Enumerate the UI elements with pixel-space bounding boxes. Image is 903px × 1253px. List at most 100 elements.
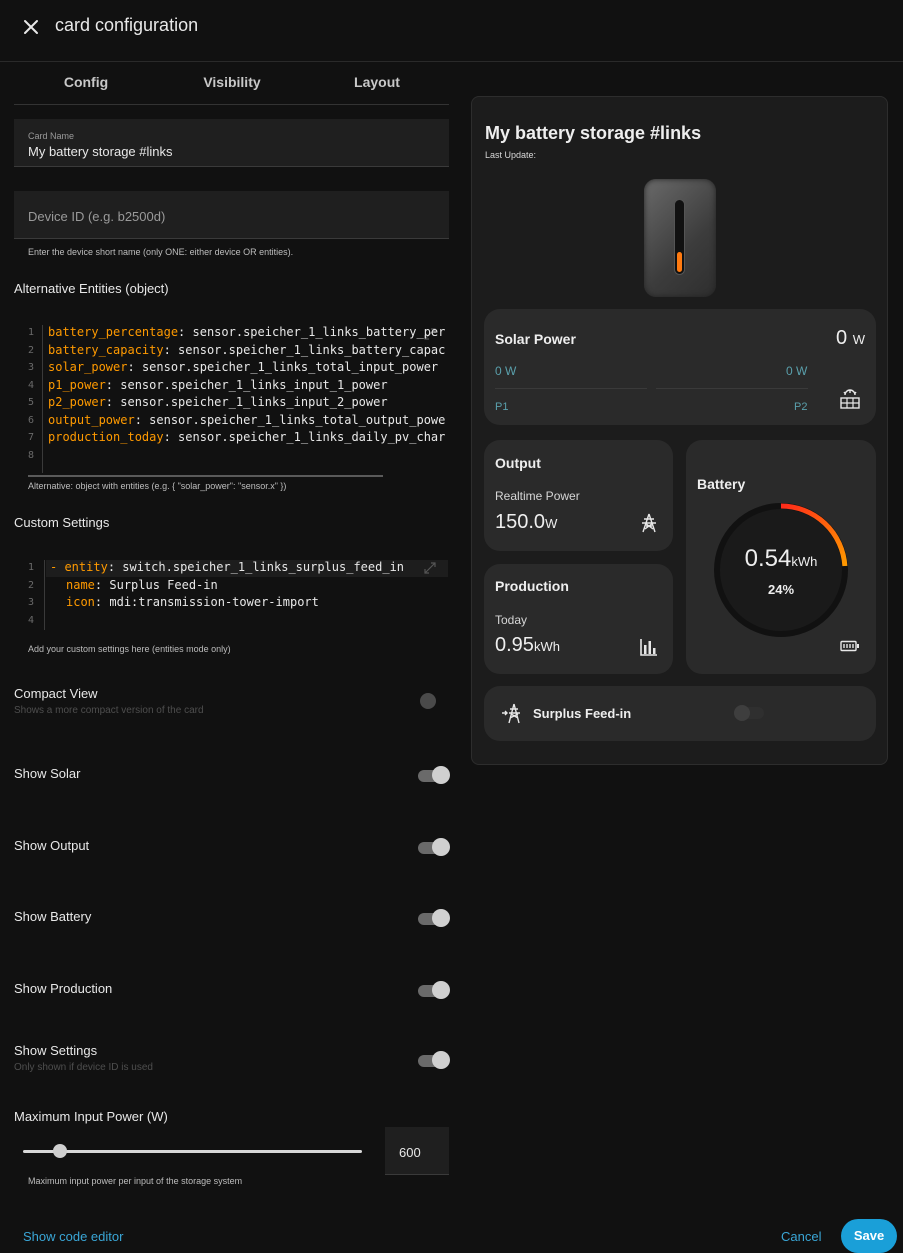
line-number: 5 xyxy=(27,397,34,408)
max-input-slider[interactable] xyxy=(23,1144,362,1158)
dialog-title: card configuration xyxy=(55,15,199,35)
battery-device-slot xyxy=(674,199,685,275)
code-key: battery_capacity xyxy=(48,342,164,357)
output-tile[interactable]: Output Realtime Power 150.0W xyxy=(484,440,673,551)
battery-tile[interactable]: Battery 0.54kWh 24% xyxy=(686,440,876,674)
tab-config[interactable]: Config xyxy=(36,74,136,90)
line-number: 2 xyxy=(27,579,34,591)
device-id-helper: Enter the device short name (only ONE: e… xyxy=(28,247,294,257)
show-code-editor-link[interactable]: Show code editor xyxy=(23,1229,123,1244)
production-value: 0.95 xyxy=(495,634,534,656)
code-line: 4 p1_power: sensor.speicher_1_links_input… xyxy=(14,378,449,395)
solar-panel-icon xyxy=(839,389,861,411)
save-button[interactable]: Save xyxy=(841,1219,897,1253)
code-line: 1 battery_percentage: sensor.speicher_1_l… xyxy=(14,325,449,342)
battery-icon xyxy=(840,639,860,652)
code-line: 2 name: Surplus Feed-in xyxy=(14,578,449,595)
max-input-number-field[interactable]: 600 xyxy=(385,1127,449,1175)
compact-view-switch[interactable] xyxy=(416,692,450,710)
line-number: 8 xyxy=(27,449,34,461)
code-key: battery_percentage xyxy=(48,325,179,339)
show-settings-description: Only shown if device ID is used xyxy=(14,1062,153,1073)
battery-device-image xyxy=(644,179,716,297)
tab-visibility[interactable]: Visibility xyxy=(182,74,282,90)
card-name-field[interactable]: Card Name My battery storage #links xyxy=(14,119,449,167)
p1-label: P1 xyxy=(495,401,509,413)
production-unit: kWh xyxy=(533,639,560,654)
show-solar-switch[interactable] xyxy=(416,766,450,784)
code-line: 1- entity: switch.speicher_1_links_surpl… xyxy=(14,560,449,577)
production-title: Production xyxy=(495,578,569,594)
cancel-button[interactable]: Cancel xyxy=(781,1229,821,1244)
max-input-helper: Maximum input power per input of the sto… xyxy=(28,1176,243,1186)
code-value: mdi:transmission-tower-import xyxy=(102,595,319,609)
max-input-title: Maximum Input Power (W) xyxy=(14,1109,168,1124)
transmission-tower-import-icon xyxy=(501,703,523,725)
tab-bar: Config Visibility Layout xyxy=(14,64,449,105)
line-number: 7 xyxy=(27,432,34,443)
line-number: 1 xyxy=(27,562,34,573)
code-value: sensor.speicher_1_links_total_input_powe… xyxy=(134,360,439,374)
code-key: p1_power xyxy=(48,377,106,392)
preview-card: My battery storage #links Last Update: S… xyxy=(471,96,888,765)
p2-bar xyxy=(656,388,808,389)
code-value: sensor.speicher_1_links_daily_pv_char xyxy=(170,430,446,444)
code-line: 5 p2_power: sensor.speicher_1_links_input… xyxy=(14,395,449,412)
alt-entities-editor[interactable]: 1 battery_percentage: sensor.speicher_1_l… xyxy=(14,325,449,475)
production-tile[interactable]: Production Today 0.95kWh xyxy=(484,564,673,674)
code-key: output_power xyxy=(48,412,135,427)
production-subtitle: Today xyxy=(495,613,528,627)
show-production-label: Show Production xyxy=(14,981,113,996)
solar-title: Solar Power xyxy=(495,331,576,347)
last-update-label: Last Update: xyxy=(485,150,537,160)
battery-percent: 24% xyxy=(767,582,795,597)
solar-tile[interactable]: Solar Power 0 W 0 W 0 W P1 P2 xyxy=(484,309,876,425)
show-battery-switch[interactable] xyxy=(416,909,450,927)
toggle-row-battery: Show Battery xyxy=(14,909,450,949)
p1-bar xyxy=(495,388,647,389)
battery-device-level xyxy=(677,252,682,272)
slider-handle[interactable] xyxy=(53,1144,68,1158)
surplus-feed-in-switch[interactable] xyxy=(732,704,766,722)
code-value: Surplus Feed-in xyxy=(102,577,218,592)
battery-unit: kWh xyxy=(791,554,818,569)
code-scrollbar[interactable] xyxy=(28,475,383,477)
line-number: 2 xyxy=(27,344,34,356)
p2-value: 0 W xyxy=(786,364,808,378)
device-id-field[interactable]: Device ID (e.g. b2500d) xyxy=(14,191,449,239)
code-key: name xyxy=(66,577,95,592)
alt-entities-helper: Alternative: object with entities (e.g. … xyxy=(28,481,287,491)
show-output-switch[interactable] xyxy=(416,838,450,856)
show-battery-label: Show Battery xyxy=(14,909,92,924)
show-output-label: Show Output xyxy=(14,838,90,853)
show-settings-label: Show Settings xyxy=(14,1043,98,1058)
battery-value-group: 0.54kWh xyxy=(713,545,849,573)
code-value: sensor.speicher_1_links_battery_per xyxy=(185,325,446,339)
show-production-switch[interactable] xyxy=(416,981,450,999)
code-value: sensor.speicher_1_links_total_output_pow… xyxy=(141,412,446,427)
p2-label: P2 xyxy=(794,401,808,413)
battery-value: 0.54 xyxy=(744,545,792,572)
output-title: Output xyxy=(495,455,541,471)
transmission-tower-icon xyxy=(639,513,659,533)
code-key: entity xyxy=(64,560,108,574)
custom-settings-editor[interactable]: 1- entity: switch.speicher_1_links_surpl… xyxy=(14,560,449,632)
output-value: 150.0 xyxy=(495,511,546,533)
close-icon[interactable] xyxy=(18,14,44,40)
dialog-header: card configuration xyxy=(0,0,903,62)
tab-layout[interactable]: Layout xyxy=(327,74,427,90)
code-line: 3 icon: mdi:transmission-tower-import xyxy=(14,595,449,612)
code-value: sensor.speicher_1_links_battery_capac xyxy=(170,342,446,357)
device-id-placeholder: Device ID (e.g. b2500d) xyxy=(28,209,166,224)
alt-entities-title: Alternative Entities (object) xyxy=(14,281,169,296)
yaml-dash: - xyxy=(50,560,65,574)
solar-value-group: 0 W xyxy=(836,327,865,350)
show-solar-label: Show Solar xyxy=(14,766,81,781)
code-value: switch.speicher_1_links_surplus_feed_in xyxy=(115,560,405,574)
surplus-feed-in-tile[interactable]: Surplus Feed-in xyxy=(484,686,876,741)
solar-unit: W xyxy=(852,332,865,347)
code-key: production_today xyxy=(48,430,164,444)
show-settings-switch[interactable] xyxy=(416,1051,450,1069)
line-number: 3 xyxy=(27,597,34,608)
custom-settings-title: Custom Settings xyxy=(14,515,110,530)
